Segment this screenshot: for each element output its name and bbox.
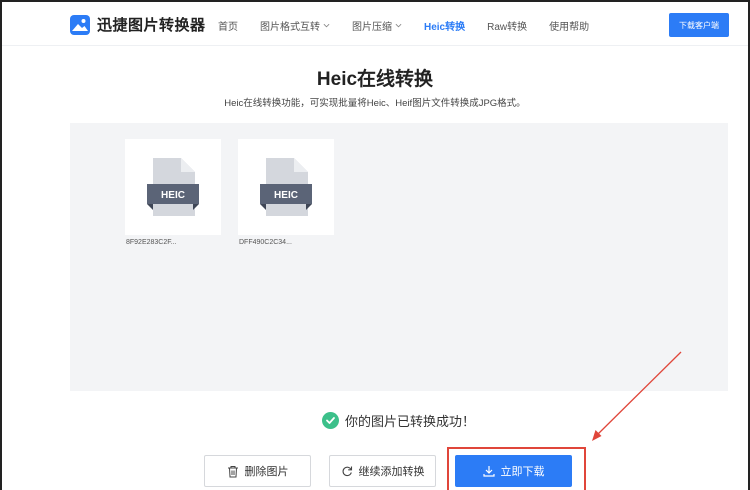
annotation-arrow-icon: [592, 351, 682, 441]
